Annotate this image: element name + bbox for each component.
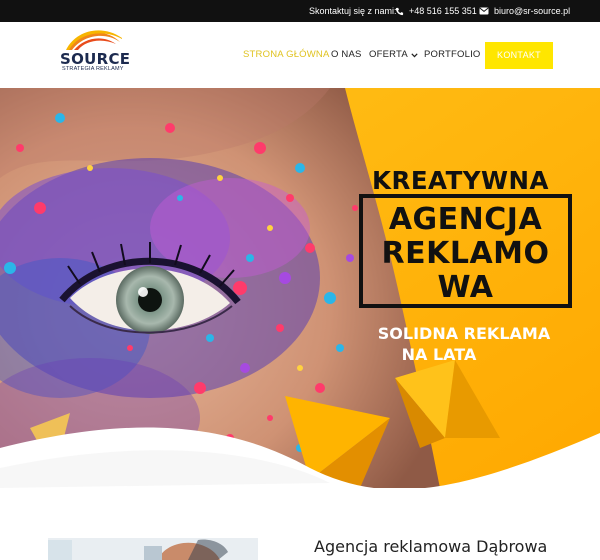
hero-subline-1: SOLIDNA REKLAMA — [377, 324, 551, 343]
phone-icon — [395, 7, 404, 15]
nav-about[interactable]: O NAS — [331, 22, 362, 88]
email-address: biuro@sr-source.pl — [494, 6, 571, 16]
nav-offer-label: OFERTA — [369, 49, 408, 60]
hero-boxed-line-2: REKLAMO — [381, 236, 550, 271]
phone-number: +48 516 155 351 — [409, 6, 477, 16]
site-header: SOURCE STRATEGIA REKLAMY STRONA GŁÓWNA O… — [0, 22, 600, 88]
nav-portfolio[interactable]: PORTFOLIO — [424, 22, 481, 88]
phone-link[interactable]: +48 516 155 351 — [395, 0, 477, 22]
hero-banner: KREATYWNA AGENCJA REKLAMO WA SOLIDNA REK… — [0, 88, 600, 488]
logo-swoosh-icon — [66, 30, 122, 50]
hero-boxed-line-3: WA — [437, 270, 494, 305]
logo-tagline: STRATEGIA REKLAMY — [62, 66, 124, 72]
envelope-icon — [479, 7, 489, 15]
chevron-down-icon — [411, 52, 418, 57]
nav-home[interactable]: STRONA GŁÓWNA — [243, 22, 330, 88]
top-contact-bar: Skontaktuj się z nami: +48 516 155 351 b… — [0, 0, 600, 22]
hero-subline-2: NA LATA — [401, 345, 477, 364]
hero-boxed-line-1: AGENCJA — [388, 202, 543, 237]
hero-boxed-title: AGENCJA REKLAMO WA — [359, 194, 572, 308]
nav-offer[interactable]: OFERTA — [369, 22, 418, 88]
email-link[interactable]: biuro@sr-source.pl — [479, 0, 570, 22]
agency-preview-image — [48, 538, 258, 560]
site-logo[interactable]: SOURCE STRATEGIA REKLAMY — [60, 28, 130, 74]
contact-label: Skontaktuj się z nami: — [309, 0, 397, 22]
contact-button[interactable]: KONTAKT — [485, 42, 553, 69]
hero-headline: KREATYWNA — [372, 166, 550, 195]
contact-label-text: Skontaktuj się z nami: — [309, 6, 397, 16]
section-title: Agencja reklamowa Dąbrowa — [314, 537, 548, 556]
